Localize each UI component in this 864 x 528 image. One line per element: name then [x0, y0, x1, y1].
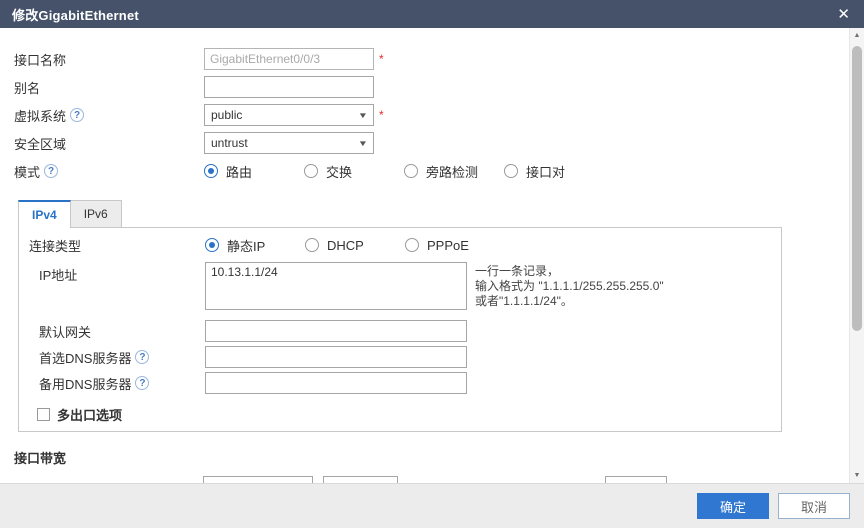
radio-label: 旁路检测: [426, 162, 478, 181]
virtual-system-row: 虚拟系统 ? public ▼ *: [14, 104, 864, 126]
hint-line: 一行一条记录，: [475, 264, 664, 279]
secondary-dns-row: 备用DNS服务器 ?: [29, 372, 781, 394]
radio-icon: [504, 164, 518, 178]
help-icon[interactable]: ?: [70, 108, 84, 122]
ok-button[interactable]: 确定: [697, 493, 769, 519]
primary-dns-row: 首选DNS服务器 ?: [29, 346, 781, 368]
ip-format-hint: 一行一条记录， 输入格式为 "1.1.1.1/255.255.255.0" 或者…: [475, 262, 664, 309]
radio-icon: [305, 238, 319, 252]
modify-interface-dialog: 修改GigabitEthernet ✕ 接口名称 * 别名 虚拟系统 ? pub…: [0, 0, 864, 528]
connection-type-row: 连接类型 静态IP DHCP PPPoE: [29, 234, 781, 256]
radio-mode-interface-pair[interactable]: 接口对: [504, 162, 604, 181]
dialog-titlebar: 修改GigabitEthernet ✕: [0, 0, 864, 28]
default-gateway-input[interactable]: [205, 320, 467, 342]
interface-name-label: 接口名称: [14, 50, 204, 69]
primary-dns-label: 首选DNS服务器: [39, 348, 131, 367]
bandwidth-input-2[interactable]: [323, 476, 398, 483]
radio-mode-switch[interactable]: 交换: [304, 162, 404, 181]
virtual-system-select[interactable]: public ▼: [204, 104, 374, 126]
ip-address-row: IP地址 10.13.1.1/24 一行一条记录， 输入格式为 "1.1.1.1…: [29, 262, 781, 310]
radio-label: 路由: [226, 162, 252, 181]
ip-address-textarea[interactable]: 10.13.1.1/24: [205, 262, 467, 310]
ipv4-panel: 连接类型 静态IP DHCP PPPoE: [18, 227, 782, 432]
dialog-footer: 确定 取消: [0, 483, 864, 528]
primary-dns-input[interactable]: [205, 346, 467, 368]
chevron-down-icon: ▼: [358, 139, 368, 148]
radio-mode-bypass-detect[interactable]: 旁路检测: [404, 162, 504, 181]
security-zone-select[interactable]: untrust ▼: [204, 132, 374, 154]
security-zone-label: 安全区域: [14, 134, 204, 153]
alias-label: 别名: [14, 78, 204, 97]
radio-pppoe[interactable]: PPPoE: [405, 236, 505, 255]
radio-icon: [405, 238, 419, 252]
hint-line: 输入格式为 "1.1.1.1/255.255.255.0": [475, 279, 664, 294]
bandwidth-section-title: 接口带宽: [14, 448, 864, 467]
scroll-down-icon[interactable]: ▼: [850, 472, 864, 479]
dialog-title: 修改GigabitEthernet: [12, 5, 139, 24]
radio-icon: [304, 164, 318, 178]
required-asterisk: *: [379, 108, 384, 122]
alias-row: 别名: [14, 76, 864, 98]
virtual-system-label: 虚拟系统: [14, 106, 66, 125]
radio-selected-icon: [204, 164, 218, 178]
secondary-dns-input[interactable]: [205, 372, 467, 394]
multi-exit-label: 多出口选项: [57, 405, 122, 424]
radio-label: 接口对: [526, 162, 565, 181]
security-zone-value: untrust: [211, 136, 248, 150]
required-asterisk: *: [379, 52, 384, 66]
close-icon[interactable]: ✕: [837, 7, 850, 22]
radio-label: 静态IP: [227, 236, 265, 255]
mode-radio-group: 路由 交换 旁路检测 接口对: [204, 162, 604, 181]
security-zone-row: 安全区域 untrust ▼: [14, 132, 864, 154]
tab-ipv4[interactable]: IPv4: [18, 200, 71, 228]
radio-label: PPPoE: [427, 238, 469, 253]
scrollbar-thumb[interactable]: [852, 46, 862, 331]
default-gateway-row: 默认网关: [29, 320, 781, 342]
bandwidth-input-3[interactable]: [605, 476, 667, 483]
radio-selected-icon: [205, 238, 219, 252]
dialog-body: 接口名称 * 别名 虚拟系统 ? public ▼ * 安全区域 untrust…: [0, 28, 864, 483]
radio-label: DHCP: [327, 238, 364, 253]
tab-ipv6[interactable]: IPv6: [71, 200, 122, 228]
bandwidth-input-1[interactable]: [203, 476, 313, 483]
virtual-system-value: public: [211, 108, 242, 122]
mode-row: 模式 ? 路由 交换 旁路检测 接口对: [14, 160, 864, 182]
chevron-down-icon: ▼: [358, 111, 368, 120]
help-icon[interactable]: ?: [135, 376, 149, 390]
help-icon[interactable]: ?: [135, 350, 149, 364]
multi-exit-checkbox[interactable]: [37, 408, 50, 421]
vertical-scrollbar[interactable]: ▲ ▼: [849, 28, 864, 483]
radio-label: 交换: [326, 162, 352, 181]
default-gateway-label: 默认网关: [29, 322, 205, 341]
secondary-dns-label: 备用DNS服务器: [39, 374, 131, 393]
hint-line: 或者"1.1.1.1/24"。: [475, 294, 664, 309]
alias-input[interactable]: [204, 76, 374, 98]
interface-name-input: [204, 48, 374, 70]
ip-address-label: IP地址: [29, 262, 205, 284]
mode-label: 模式: [14, 162, 40, 181]
radio-icon: [404, 164, 418, 178]
ip-version-tabs: IPv4 IPv6: [18, 200, 864, 228]
scroll-up-icon[interactable]: ▲: [850, 32, 864, 39]
connection-type-label: 连接类型: [29, 236, 205, 255]
radio-mode-route[interactable]: 路由: [204, 162, 304, 181]
cancel-button[interactable]: 取消: [778, 493, 850, 519]
multi-exit-option-row[interactable]: 多出口选项: [37, 405, 781, 424]
radio-dhcp[interactable]: DHCP: [305, 236, 405, 255]
radio-static-ip[interactable]: 静态IP: [205, 236, 305, 255]
help-icon[interactable]: ?: [44, 164, 58, 178]
connection-type-radio-group: 静态IP DHCP PPPoE: [205, 236, 505, 255]
interface-name-row: 接口名称 *: [14, 48, 864, 70]
